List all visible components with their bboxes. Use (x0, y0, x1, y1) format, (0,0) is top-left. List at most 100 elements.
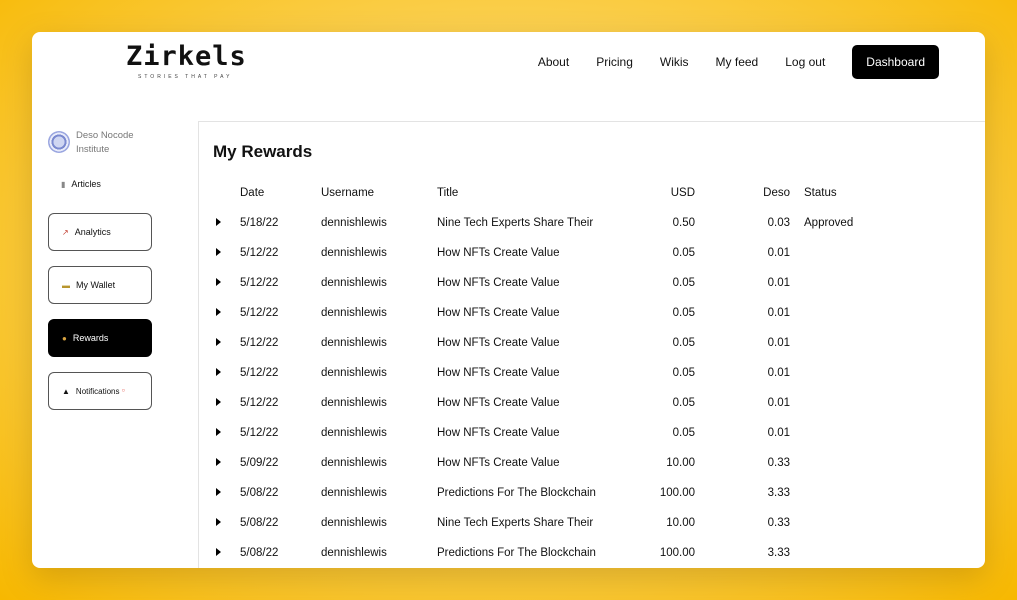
sidebar-item-analytics[interactable]: ↗ Analytics (48, 213, 152, 251)
expand-row-icon[interactable] (216, 248, 221, 256)
page-title: My Rewards (213, 142, 313, 161)
cell-deso: 0.01 (767, 307, 790, 319)
cell-username: dennishlewis (321, 367, 387, 379)
table-row[interactable]: 5/08/22 dennishlewis Nine Tech Experts Sha… (209, 508, 904, 538)
header-toggle (209, 178, 240, 208)
cell-date: 5/08/22 (240, 517, 279, 529)
sidebar-item-label: Articles (71, 179, 101, 189)
logo[interactable]: Zirkels STORIES THAT PAY (126, 42, 256, 94)
expand-row-icon[interactable] (216, 278, 221, 286)
avatar (48, 131, 70, 153)
table-row[interactable]: 5/08/22 dennishlewis Predictions For The B… (209, 538, 904, 568)
column-header-date[interactable]: Date (240, 178, 321, 208)
cell-usd: 0.05 (672, 397, 695, 409)
cell-title: How NFTs Create Value (437, 277, 560, 289)
expand-cell (209, 358, 240, 388)
money-bag-icon: ● (62, 333, 67, 343)
sidebar-item-label: Rewards (72, 333, 109, 343)
dashboard-button[interactable]: Dashboard (852, 45, 939, 79)
cell-status (790, 448, 904, 478)
expand-cell (209, 208, 240, 238)
cell-status (790, 418, 904, 448)
cell-deso: 0.33 (767, 517, 790, 529)
table-row[interactable]: 5/12/22 dennishlewis How NFTs Create Value… (209, 418, 904, 448)
expand-row-icon[interactable] (216, 488, 221, 496)
cell-usd: 0.05 (672, 277, 695, 289)
nav-about-link[interactable]: About (538, 55, 569, 69)
cell-deso: 0.01 (767, 427, 790, 439)
expand-row-icon[interactable] (216, 368, 221, 376)
cell-title: Nine Tech Experts Share Their (437, 517, 594, 529)
cell-title: How NFTs Create Value (437, 397, 560, 409)
table-row[interactable]: 5/12/22 dennishlewis How NFTs Create Value… (209, 298, 904, 328)
column-header-username[interactable]: Username (321, 178, 437, 208)
table-row[interactable]: 5/12/22 dennishlewis How NFTs Create Value… (209, 238, 904, 268)
cell-status (790, 538, 904, 568)
table-row[interactable]: 5/12/22 dennishlewis How NFTs Create Value… (209, 388, 904, 418)
cell-usd: 10.00 (666, 457, 695, 469)
cell-title: How NFTs Create Value (437, 427, 560, 439)
expand-cell (209, 418, 240, 448)
expand-cell (209, 298, 240, 328)
column-header-status[interactable]: Status (790, 178, 904, 208)
expand-row-icon[interactable] (216, 458, 221, 466)
table-row[interactable]: 5/12/22 dennishlewis How NFTs Create Value… (209, 268, 904, 298)
expand-row-icon[interactable] (216, 548, 221, 556)
cell-username: dennishlewis (321, 247, 387, 259)
sidebar-item-label: Analytics (74, 227, 111, 237)
column-header-usd[interactable]: USD (637, 178, 695, 208)
logo-text: Zirkels (126, 41, 247, 72)
expand-row-icon[interactable] (216, 338, 221, 346)
nav-log-out-link[interactable]: Log out (785, 55, 825, 69)
column-header-deso[interactable]: Deso (695, 178, 790, 208)
cell-usd: 10.00 (666, 517, 695, 529)
table-row[interactable]: 5/09/22 dennishlewis How NFTs Create Value… (209, 448, 904, 478)
table-row[interactable]: 5/08/22 dennishlewis Predictions For The B… (209, 478, 904, 508)
cell-deso: 0.33 (767, 457, 790, 469)
notification-dot-icon: ○ (121, 388, 126, 394)
nav-my-feed-link[interactable]: My feed (716, 55, 759, 69)
expand-cell (209, 388, 240, 418)
sidebar-item-notifications[interactable]: ▲ Notifications ○ (48, 372, 152, 410)
sidebar-item-my-wallet[interactable]: ▬ My Wallet (48, 266, 152, 304)
cell-username: dennishlewis (321, 277, 387, 289)
sidebar-item-label: My Wallet (76, 280, 116, 290)
cell-username: dennishlewis (321, 517, 387, 529)
cell-title: Nine Tech Experts Share Their (437, 217, 594, 229)
cell-status: Approved (804, 217, 854, 229)
cell-title: How NFTs Create Value (437, 367, 560, 379)
expand-row-icon[interactable] (216, 398, 221, 406)
nav-pricing-link[interactable]: Pricing (596, 55, 633, 69)
cell-deso: 0.01 (767, 337, 790, 349)
table-row[interactable]: 5/12/22 dennishlewis How NFTs Create Value… (209, 358, 904, 388)
cell-status (790, 268, 904, 298)
expand-cell (209, 328, 240, 358)
column-header-title[interactable]: Title (437, 178, 637, 208)
logo-tagline: STORIES THAT PAY (138, 74, 233, 80)
sidebar-item-articles[interactable]: ▮ Articles (61, 179, 158, 189)
sidebar: Deso Nocode Institute ▮ Articles ↗ Analy… (48, 129, 158, 425)
expand-row-icon[interactable] (216, 428, 221, 436)
cell-date: 5/08/22 (240, 547, 279, 559)
cell-username: dennishlewis (321, 457, 387, 469)
table-row[interactable]: 5/18/22 dennishlewis Nine Tech Experts Sha… (209, 208, 904, 238)
cell-deso: 0.03 (767, 217, 790, 229)
cell-date: 5/12/22 (240, 397, 279, 409)
nav-wikis-link[interactable]: Wikis (660, 55, 689, 69)
cell-title: How NFTs Create Value (437, 247, 560, 259)
cell-status (790, 358, 904, 388)
chart-icon: ↗ (62, 227, 69, 237)
expand-row-icon[interactable] (216, 308, 221, 316)
cell-deso: 3.33 (767, 487, 790, 499)
cell-usd: 100.00 (659, 547, 695, 559)
sidebar-item-rewards[interactable]: ● Rewards (48, 319, 152, 357)
profile[interactable]: Deso Nocode Institute (48, 129, 158, 157)
expand-row-icon[interactable] (216, 518, 221, 526)
cell-deso: 0.01 (767, 277, 790, 289)
cell-title: Predictions For The Blockchain (437, 487, 596, 499)
profile-name: Deso Nocode Institute (76, 130, 134, 155)
app-window: Zirkels STORIES THAT PAY About Pricing W… (32, 32, 985, 568)
table-row[interactable]: 5/12/22 dennishlewis How NFTs Create Value… (209, 328, 904, 358)
cell-deso: 0.01 (767, 397, 790, 409)
expand-row-icon[interactable] (216, 218, 221, 226)
